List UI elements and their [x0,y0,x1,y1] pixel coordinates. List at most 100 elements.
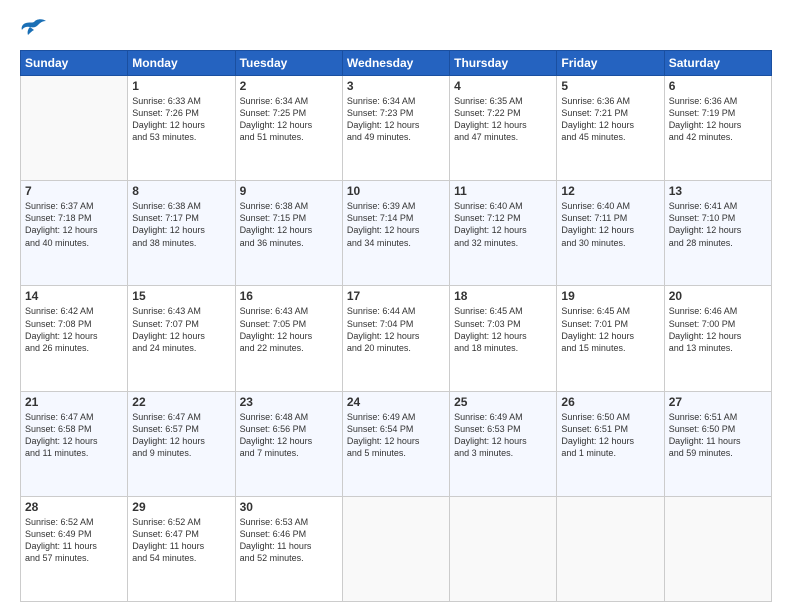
column-header-thursday: Thursday [450,51,557,76]
calendar-cell: 27 Sunrise: 6:51 AM Sunset: 6:50 PM Dayli… [664,391,771,496]
day-info: Sunrise: 6:35 AM Sunset: 7:22 PM Dayligh… [454,95,552,144]
day-number: 26 [561,395,659,409]
day-number: 30 [240,500,338,514]
day-info: Sunrise: 6:47 AM Sunset: 6:57 PM Dayligh… [132,411,230,460]
calendar-cell: 28 Sunrise: 6:52 AM Sunset: 6:49 PM Dayli… [21,496,128,601]
calendar-cell: 18 Sunrise: 6:45 AM Sunset: 7:03 PM Dayli… [450,286,557,391]
day-info: Sunrise: 6:45 AM Sunset: 7:03 PM Dayligh… [454,305,552,354]
column-header-saturday: Saturday [664,51,771,76]
day-number: 28 [25,500,123,514]
calendar-cell: 5Sunrise: 6:36 AM Sunset: 7:21 PM Daylig… [557,76,664,181]
calendar-table: SundayMondayTuesdayWednesdayThursdayFrid… [20,50,772,602]
calendar-cell [342,496,449,601]
calendar-cell: 7 Sunrise: 6:37 AM Sunset: 7:18 PM Daylig… [21,181,128,286]
column-header-tuesday: Tuesday [235,51,342,76]
calendar-cell: 24 Sunrise: 6:49 AM Sunset: 6:54 PM Dayli… [342,391,449,496]
day-info: Sunrise: 6:49 AM Sunset: 6:53 PM Dayligh… [454,411,552,460]
calendar-cell: 3 Sunrise: 6:34 AM Sunset: 7:23 PM Daylig… [342,76,449,181]
calendar-cell: 11 Sunrise: 6:40 AM Sunset: 7:12 PM Dayli… [450,181,557,286]
calendar-cell: 23 Sunrise: 6:48 AM Sunset: 6:56 PM Dayli… [235,391,342,496]
day-number: 6 [669,79,767,93]
day-info: Sunrise: 6:51 AM Sunset: 6:50 PM Dayligh… [669,411,767,460]
day-number: 19 [561,289,659,303]
day-number: 12 [561,184,659,198]
day-number: 3 [347,79,445,93]
day-number: 8 [132,184,230,198]
day-number: 25 [454,395,552,409]
day-info: Sunrise: 6:43 AM Sunset: 7:05 PM Dayligh… [240,305,338,354]
day-info: Sunrise: 6:37 AM Sunset: 7:18 PM Dayligh… [25,200,123,249]
calendar-week-row: 7 Sunrise: 6:37 AM Sunset: 7:18 PM Daylig… [21,181,772,286]
calendar-cell: 9Sunrise: 6:38 AM Sunset: 7:15 PM Daylig… [235,181,342,286]
day-number: 11 [454,184,552,198]
column-header-monday: Monday [128,51,235,76]
day-number: 20 [669,289,767,303]
day-number: 22 [132,395,230,409]
day-info: Sunrise: 6:48 AM Sunset: 6:56 PM Dayligh… [240,411,338,460]
calendar-cell: 15 Sunrise: 6:43 AM Sunset: 7:07 PM Dayli… [128,286,235,391]
day-info: Sunrise: 6:49 AM Sunset: 6:54 PM Dayligh… [347,411,445,460]
calendar-cell: 29Sunrise: 6:52 AM Sunset: 6:47 PM Dayli… [128,496,235,601]
day-number: 7 [25,184,123,198]
day-info: Sunrise: 6:53 AM Sunset: 6:46 PM Dayligh… [240,516,338,565]
day-info: Sunrise: 6:34 AM Sunset: 7:25 PM Dayligh… [240,95,338,144]
calendar-cell: 19 Sunrise: 6:45 AM Sunset: 7:01 PM Dayli… [557,286,664,391]
day-number: 17 [347,289,445,303]
calendar-cell: 17 Sunrise: 6:44 AM Sunset: 7:04 PM Dayli… [342,286,449,391]
calendar-cell: 8 Sunrise: 6:38 AM Sunset: 7:17 PM Daylig… [128,181,235,286]
day-number: 2 [240,79,338,93]
calendar-cell: 12 Sunrise: 6:40 AM Sunset: 7:11 PM Dayli… [557,181,664,286]
day-number: 16 [240,289,338,303]
calendar-cell: 21 Sunrise: 6:47 AM Sunset: 6:58 PM Dayli… [21,391,128,496]
calendar-week-row: 21 Sunrise: 6:47 AM Sunset: 6:58 PM Dayli… [21,391,772,496]
calendar-cell: 1 Sunrise: 6:33 AM Sunset: 7:26 PM Daylig… [128,76,235,181]
day-number: 27 [669,395,767,409]
day-number: 5 [561,79,659,93]
day-info: Sunrise: 6:36 AM Sunset: 7:19 PM Dayligh… [669,95,767,144]
day-number: 18 [454,289,552,303]
day-info: Sunrise: 6:50 AM Sunset: 6:51 PM Dayligh… [561,411,659,460]
calendar-cell: 13Sunrise: 6:41 AM Sunset: 7:10 PM Dayli… [664,181,771,286]
day-info: Sunrise: 6:40 AM Sunset: 7:11 PM Dayligh… [561,200,659,249]
day-number: 4 [454,79,552,93]
day-info: Sunrise: 6:44 AM Sunset: 7:04 PM Dayligh… [347,305,445,354]
day-number: 15 [132,289,230,303]
logo [20,18,52,40]
day-info: Sunrise: 6:41 AM Sunset: 7:10 PM Dayligh… [669,200,767,249]
column-header-sunday: Sunday [21,51,128,76]
day-number: 24 [347,395,445,409]
calendar-cell: 30 Sunrise: 6:53 AM Sunset: 6:46 PM Dayli… [235,496,342,601]
calendar-cell [21,76,128,181]
calendar-cell: 26 Sunrise: 6:50 AM Sunset: 6:51 PM Dayli… [557,391,664,496]
calendar-cell: 2 Sunrise: 6:34 AM Sunset: 7:25 PM Daylig… [235,76,342,181]
day-number: 10 [347,184,445,198]
day-info: Sunrise: 6:47 AM Sunset: 6:58 PM Dayligh… [25,411,123,460]
day-info: Sunrise: 6:46 AM Sunset: 7:00 PM Dayligh… [669,305,767,354]
day-info: Sunrise: 6:34 AM Sunset: 7:23 PM Dayligh… [347,95,445,144]
calendar-header-row: SundayMondayTuesdayWednesdayThursdayFrid… [21,51,772,76]
day-info: Sunrise: 6:42 AM Sunset: 7:08 PM Dayligh… [25,305,123,354]
day-number: 21 [25,395,123,409]
calendar-cell: 4 Sunrise: 6:35 AM Sunset: 7:22 PM Daylig… [450,76,557,181]
column-header-wednesday: Wednesday [342,51,449,76]
logo-icon [20,18,48,40]
calendar-cell: 6 Sunrise: 6:36 AM Sunset: 7:19 PM Daylig… [664,76,771,181]
calendar-cell: 25 Sunrise: 6:49 AM Sunset: 6:53 PM Dayli… [450,391,557,496]
header [20,18,772,40]
day-info: Sunrise: 6:43 AM Sunset: 7:07 PM Dayligh… [132,305,230,354]
calendar-cell: 20 Sunrise: 6:46 AM Sunset: 7:00 PM Dayli… [664,286,771,391]
calendar-cell: 14 Sunrise: 6:42 AM Sunset: 7:08 PM Dayli… [21,286,128,391]
calendar-cell: 10 Sunrise: 6:39 AM Sunset: 7:14 PM Dayli… [342,181,449,286]
calendar-cell: 16 Sunrise: 6:43 AM Sunset: 7:05 PM Dayli… [235,286,342,391]
day-info: Sunrise: 6:52 AM Sunset: 6:49 PM Dayligh… [25,516,123,565]
day-number: 9 [240,184,338,198]
day-number: 14 [25,289,123,303]
day-info: Sunrise: 6:45 AM Sunset: 7:01 PM Dayligh… [561,305,659,354]
day-info: Sunrise: 6:38 AM Sunset: 7:17 PM Dayligh… [132,200,230,249]
day-info: Sunrise: 6:33 AM Sunset: 7:26 PM Dayligh… [132,95,230,144]
day-info: Sunrise: 6:40 AM Sunset: 7:12 PM Dayligh… [454,200,552,249]
day-info: Sunrise: 6:39 AM Sunset: 7:14 PM Dayligh… [347,200,445,249]
calendar-week-row: 14 Sunrise: 6:42 AM Sunset: 7:08 PM Dayli… [21,286,772,391]
day-number: 1 [132,79,230,93]
day-number: 23 [240,395,338,409]
